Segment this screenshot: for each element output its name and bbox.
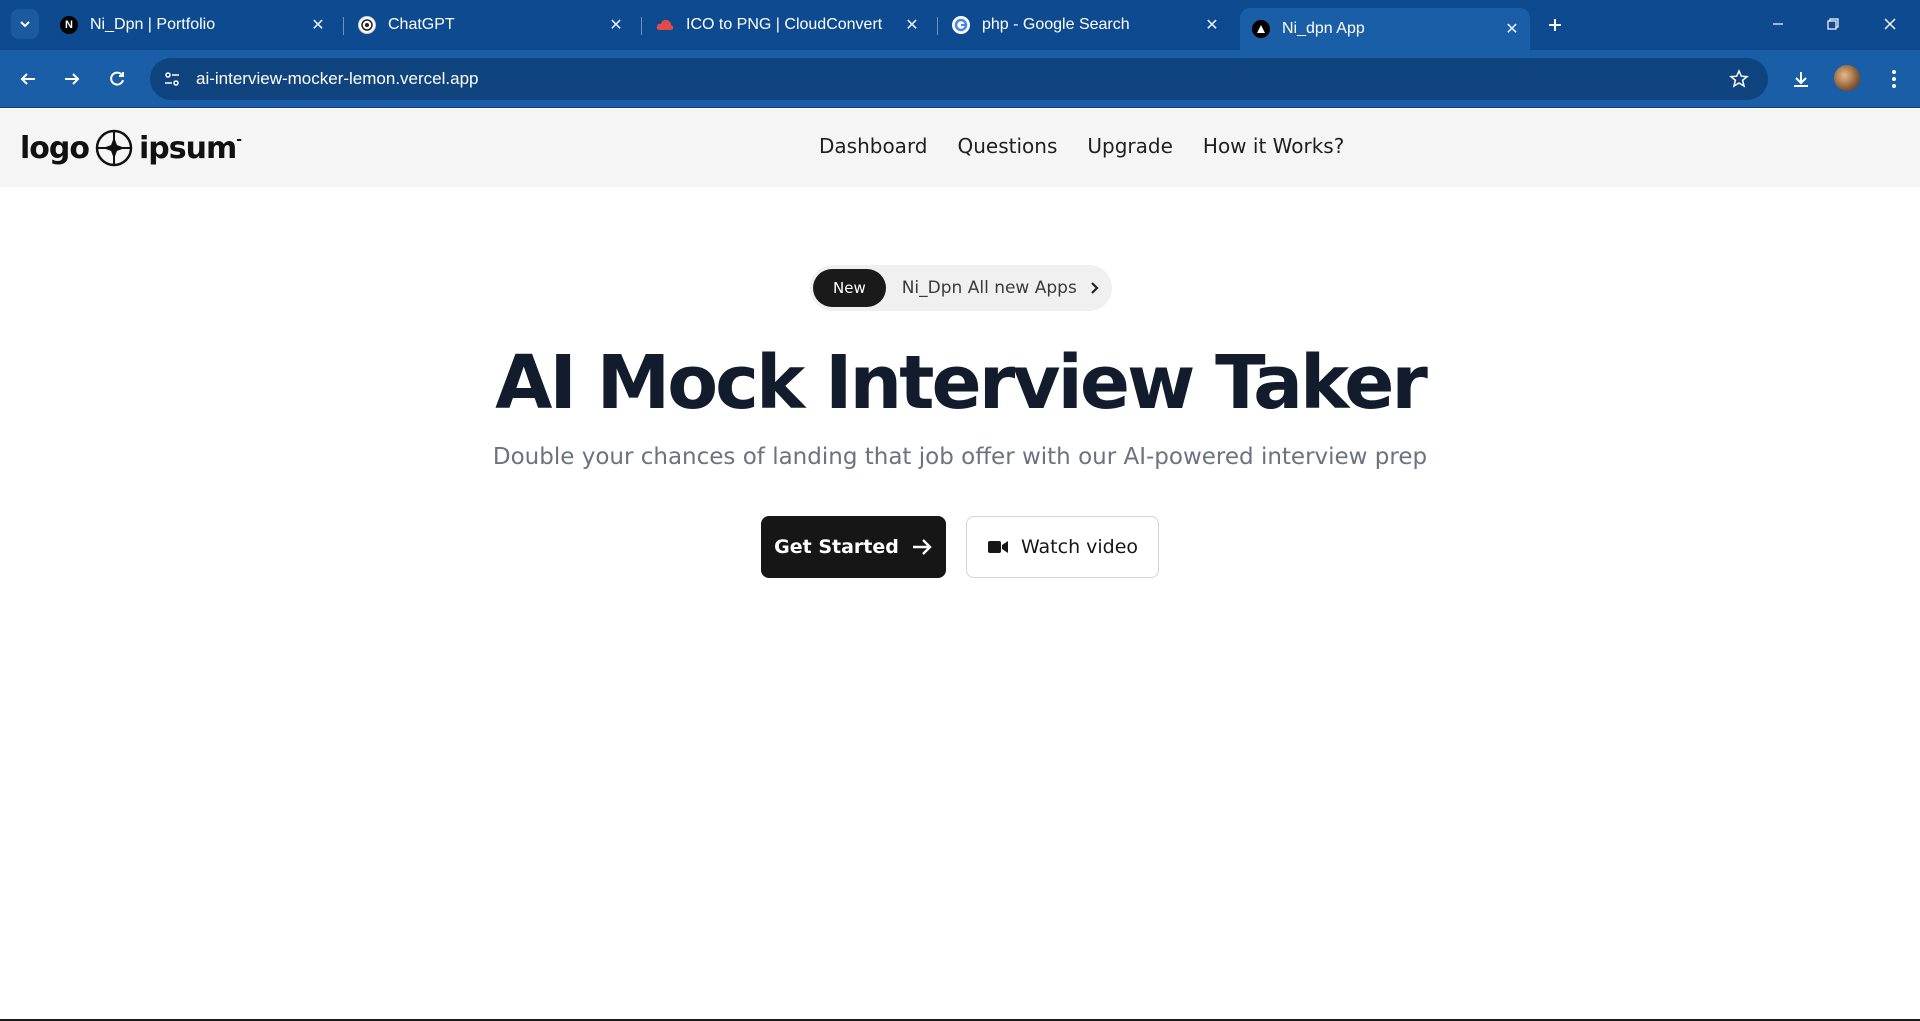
video-camera-icon — [987, 539, 1009, 555]
close-tab-icon[interactable]: ✕ — [606, 15, 626, 35]
close-tab-icon[interactable]: ✕ — [1502, 19, 1522, 39]
cloudconvert-icon — [656, 16, 674, 34]
chevron-right-icon — [1089, 281, 1101, 295]
nav-upgrade[interactable]: Upgrade — [1087, 134, 1173, 158]
minimize-button[interactable] — [1758, 10, 1798, 38]
get-started-button[interactable]: Get Started — [761, 516, 946, 578]
hero-subtitle: Double your chances of landing that job … — [492, 444, 1428, 470]
arrow-left-icon — [20, 73, 35, 85]
tab-search-button[interactable] — [11, 9, 39, 39]
logo-text-right: ipsum — [138, 130, 237, 166]
close-icon — [1884, 18, 1896, 30]
close-tab-icon[interactable]: ✕ — [308, 15, 328, 35]
restore-button[interactable] — [1813, 10, 1853, 38]
tab-title: Ni_dpn App — [1282, 20, 1365, 37]
chatgpt-icon — [358, 16, 376, 34]
tab-title: php - Google Search — [982, 16, 1130, 33]
browser-menu-icon[interactable] — [1880, 65, 1908, 93]
announcement-pill[interactable]: New Ni_Dpn All new Apps — [810, 265, 1112, 311]
tab-title: ChatGPT — [388, 16, 455, 33]
portfolio-favicon-icon: N — [60, 16, 78, 34]
arrow-right-icon — [65, 73, 80, 85]
get-started-label: Get Started — [774, 536, 899, 558]
url-text[interactable]: ai-interview-mocker-lemon.vercel.app — [196, 69, 478, 89]
arrow-right-icon — [911, 538, 933, 556]
close-window-button[interactable] — [1870, 10, 1910, 38]
main-nav: Dashboard Questions Upgrade How it Works… — [819, 134, 1374, 158]
logo-mark: - — [236, 132, 242, 148]
tab-separator — [641, 17, 642, 35]
nav-how-it-works[interactable]: How it Works? — [1203, 134, 1344, 158]
bookmark-star-icon[interactable] — [1725, 65, 1753, 93]
chevron-down-icon — [20, 21, 30, 28]
google-icon — [952, 16, 970, 34]
announcement-text: Ni_Dpn All new Apps — [901, 278, 1077, 298]
restore-icon — [1827, 18, 1839, 30]
back-button[interactable] — [12, 63, 44, 95]
tab-title: ICO to PNG | CloudConvert — [686, 16, 883, 33]
minimize-icon — [1773, 23, 1783, 25]
new-tab-button[interactable] — [1542, 12, 1568, 38]
tab-separator — [937, 17, 938, 35]
tab-nidpn-app[interactable]: Ni_dpn App ✕ — [1240, 8, 1530, 50]
reload-button[interactable] — [101, 63, 133, 95]
new-badge: New — [813, 269, 886, 307]
tab-chatgpt[interactable]: ChatGPT ✕ — [346, 8, 634, 42]
plus-icon — [1549, 19, 1561, 31]
profile-avatar[interactable] — [1834, 65, 1860, 91]
vercel-icon — [1252, 20, 1270, 38]
close-tab-icon[interactable]: ✕ — [902, 15, 922, 35]
watch-video-button[interactable]: Watch video — [966, 516, 1159, 578]
nav-dashboard[interactable]: Dashboard — [819, 134, 928, 158]
tab-title: Ni_Dpn | Portfolio — [90, 16, 216, 33]
forward-button[interactable] — [56, 63, 88, 95]
download-icon[interactable] — [1787, 65, 1815, 93]
watch-video-label: Watch video — [1020, 536, 1139, 558]
close-tab-icon[interactable]: ✕ — [1202, 15, 1222, 35]
globe-icon — [95, 129, 133, 167]
site-logo[interactable]: logo ipsum - — [20, 128, 242, 168]
hero-title: AI Mock Interview Taker — [495, 340, 1428, 426]
reload-icon — [110, 71, 124, 86]
tab-cloudconvert[interactable]: ICO to PNG | CloudConvert ✕ — [644, 8, 930, 42]
nav-questions[interactable]: Questions — [958, 134, 1058, 158]
tab-google[interactable]: php - Google Search ✕ — [940, 8, 1230, 42]
tab-separator — [343, 17, 344, 35]
site-info-icon[interactable] — [160, 67, 184, 91]
tab-portfolio[interactable]: N Ni_Dpn | Portfolio ✕ — [50, 8, 336, 42]
logo-text-left: logo — [20, 130, 90, 166]
